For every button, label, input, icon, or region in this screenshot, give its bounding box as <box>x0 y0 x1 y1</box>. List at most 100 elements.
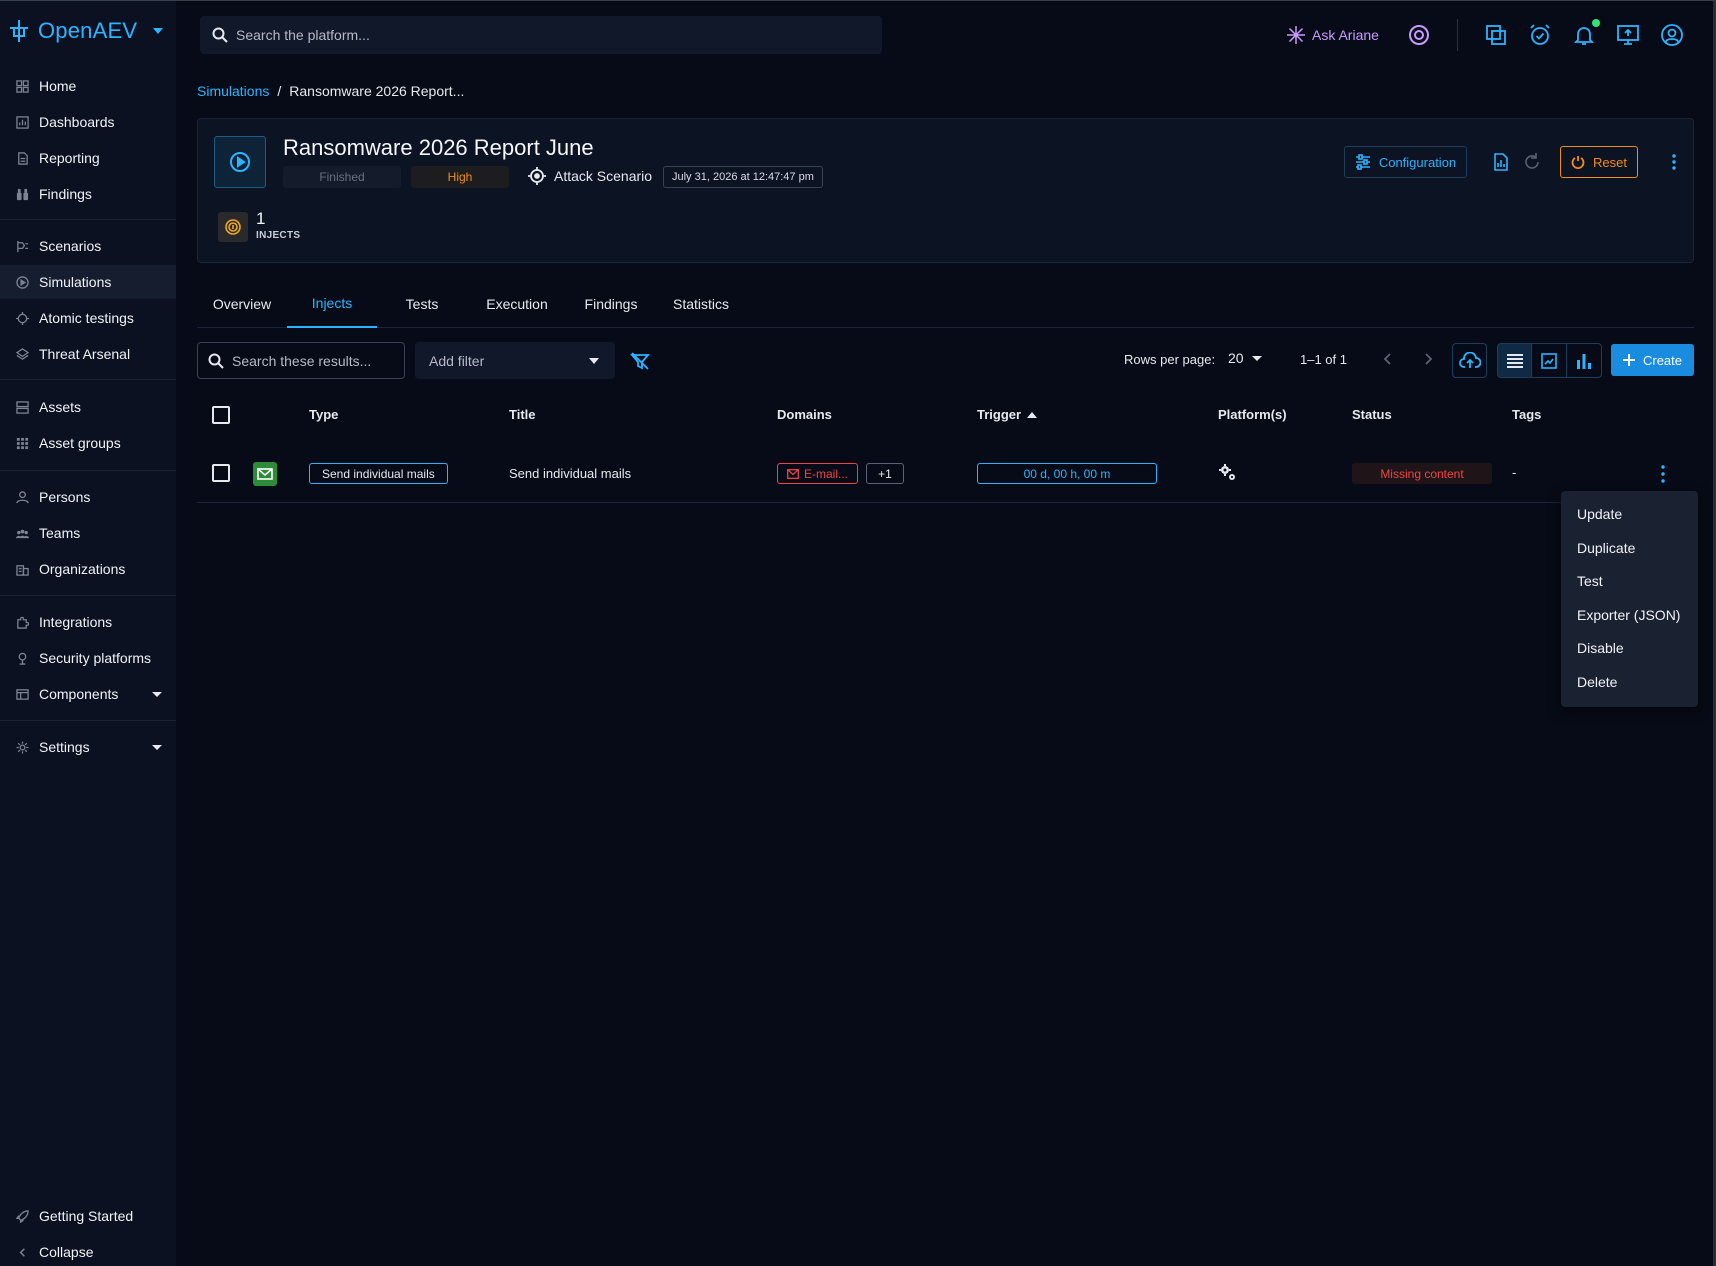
configuration-button[interactable]: Configuration <box>1344 146 1467 178</box>
refresh-icon[interactable] <box>1522 152 1542 172</box>
sidebar-item-dashboards[interactable]: Dashboards <box>0 105 176 139</box>
column-header-trigger[interactable]: Trigger <box>977 407 1038 422</box>
configuration-label: Configuration <box>1378 154 1457 170</box>
plus-icon <box>1622 354 1635 366</box>
ask-ariane-button[interactable]: Ask Ariane <box>1286 23 1379 47</box>
breadcrumb-current: Ransomware 2026 Report... <box>289 83 465 99</box>
chevron-down-icon[interactable] <box>153 28 164 34</box>
components-icon <box>16 688 29 700</box>
create-button[interactable]: Create <box>1611 344 1694 376</box>
simulation-date: July 31, 2026 at 12:47:47 pm <box>663 166 823 188</box>
inject-count: 1 <box>256 209 266 228</box>
chevron-down-icon <box>1251 355 1262 361</box>
chevron-down-icon[interactable] <box>152 745 162 750</box>
rows-per-page-select[interactable]: 20 <box>1228 350 1262 366</box>
more-vert-icon[interactable] <box>1653 462 1673 486</box>
sidebar-collapse-button[interactable]: Collapse <box>0 1235 176 1266</box>
alarm-check-icon[interactable] <box>1528 23 1552 47</box>
report-icon[interactable] <box>1491 152 1511 172</box>
sidebar-item-organizations[interactable]: Organizations <box>0 552 176 586</box>
column-header-status[interactable]: Status <box>1352 407 1392 422</box>
sidebar-item-asset-groups[interactable]: Asset groups <box>0 426 176 460</box>
sidebar-item-integrations[interactable]: Integrations <box>0 605 176 639</box>
sidebar-item-teams[interactable]: Teams <box>0 516 176 550</box>
domain-more-chip[interactable]: +1 <box>866 463 904 484</box>
sidebar-divider <box>0 219 176 220</box>
simulation-header-card: Ransomware 2026 Report June Finished Hig… <box>197 118 1694 263</box>
reset-button[interactable]: Reset <box>1560 146 1638 178</box>
sidebar-item-atomic-testings[interactable]: Atomic testings <box>0 301 176 335</box>
sidebar-item-label: Getting Started <box>39 1208 134 1224</box>
sidebar-item-persons[interactable]: Persons <box>0 480 176 514</box>
status-badge: Missing content <box>1352 463 1492 484</box>
sidebar-divider <box>0 379 176 380</box>
filter-off-icon[interactable] <box>630 351 650 371</box>
menu-item-update[interactable]: Update <box>1577 506 1622 522</box>
bell-icon[interactable] <box>1572 23 1596 47</box>
sidebar-item-findings[interactable]: Findings <box>0 177 176 211</box>
column-header-type[interactable]: Type <box>309 407 338 422</box>
sidebar-item-components[interactable]: Components <box>0 677 176 711</box>
search-icon <box>208 353 224 369</box>
tab-injects[interactable]: Injects <box>287 280 377 328</box>
domain-chip: E-mail... <box>777 463 858 484</box>
sidebar-item-label: Integrations <box>39 614 113 630</box>
sidebar-item-label: Reporting <box>39 150 100 166</box>
sparkle-icon <box>1287 26 1305 44</box>
tab-findings[interactable]: Findings <box>567 280 655 328</box>
column-header-platforms[interactable]: Platform(s) <box>1218 407 1287 422</box>
list-view-button[interactable] <box>1497 343 1532 378</box>
server-icon <box>16 400 29 414</box>
sidebar-item-reporting[interactable]: Reporting <box>0 141 176 175</box>
scenario-category-label: Attack Scenario <box>554 168 653 184</box>
column-header-label: Title <box>509 407 536 422</box>
layers-icon <box>16 347 29 360</box>
column-header-title[interactable]: Title <box>509 407 536 422</box>
ai-target-icon[interactable] <box>1407 23 1431 47</box>
chevron-right-icon[interactable] <box>1418 349 1438 369</box>
results-search-input[interactable] <box>232 352 392 369</box>
sidebar-item-simulations[interactable]: Simulations <box>0 265 176 299</box>
menu-item-test[interactable]: Test <box>1577 573 1603 589</box>
results-search[interactable] <box>197 342 405 379</box>
inject-title[interactable]: Send individual mails <box>509 466 631 481</box>
row-checkbox[interactable] <box>212 464 230 482</box>
account-circle-icon[interactable] <box>1660 23 1684 47</box>
column-header-tags[interactable]: Tags <box>1512 407 1541 422</box>
tab-overview[interactable]: Overview <box>197 280 287 328</box>
select-all-checkbox[interactable] <box>212 406 230 424</box>
tab-tests[interactable]: Tests <box>377 280 467 328</box>
menu-item-duplicate[interactable]: Duplicate <box>1577 540 1635 556</box>
platform-search-input[interactable] <box>236 27 836 43</box>
more-vert-icon[interactable] <box>1664 152 1684 172</box>
bar-chart-icon <box>1577 353 1591 369</box>
sidebar-item-security-platforms[interactable]: Security platforms <box>0 641 176 675</box>
search-icon <box>212 27 228 43</box>
windows-icon[interactable] <box>1484 23 1508 47</box>
tab-statistics[interactable]: Statistics <box>655 280 747 328</box>
sidebar-item-settings[interactable]: Settings <box>0 730 176 764</box>
column-header-domains[interactable]: Domains <box>777 407 832 422</box>
import-button[interactable] <box>1452 343 1487 378</box>
sidebar-item-assets[interactable]: Assets <box>0 390 176 424</box>
menu-item-disable[interactable]: Disable <box>1577 640 1624 656</box>
timeline-view-button[interactable] <box>1532 343 1567 378</box>
sidebar-item-scenarios[interactable]: Scenarios <box>0 229 176 263</box>
add-filter-select[interactable]: Add filter <box>415 342 615 379</box>
menu-item-export-json[interactable]: Exporter (JSON) <box>1577 607 1680 623</box>
document-chart-icon <box>1541 352 1557 369</box>
chevron-left-icon[interactable] <box>1378 349 1398 369</box>
screen-share-icon[interactable] <box>1616 23 1640 47</box>
chart-view-button[interactable] <box>1567 343 1602 378</box>
platform-search[interactable] <box>200 16 882 54</box>
menu-item-delete[interactable]: Delete <box>1577 674 1617 690</box>
chevron-down-icon <box>589 358 599 364</box>
sidebar-item-threat-arsenal[interactable]: Threat Arsenal <box>0 337 176 371</box>
sidebar-item-getting-started[interactable]: Getting Started <box>0 1199 176 1233</box>
chevron-down-icon[interactable] <box>152 692 162 697</box>
sidebar-item-home[interactable]: Home <box>0 69 176 103</box>
tab-execution[interactable]: Execution <box>467 280 567 328</box>
breadcrumb-simulations-link[interactable]: Simulations <box>197 83 269 99</box>
notification-dot <box>1592 19 1600 27</box>
app-logo[interactable]: OpenAEV <box>6 17 164 45</box>
